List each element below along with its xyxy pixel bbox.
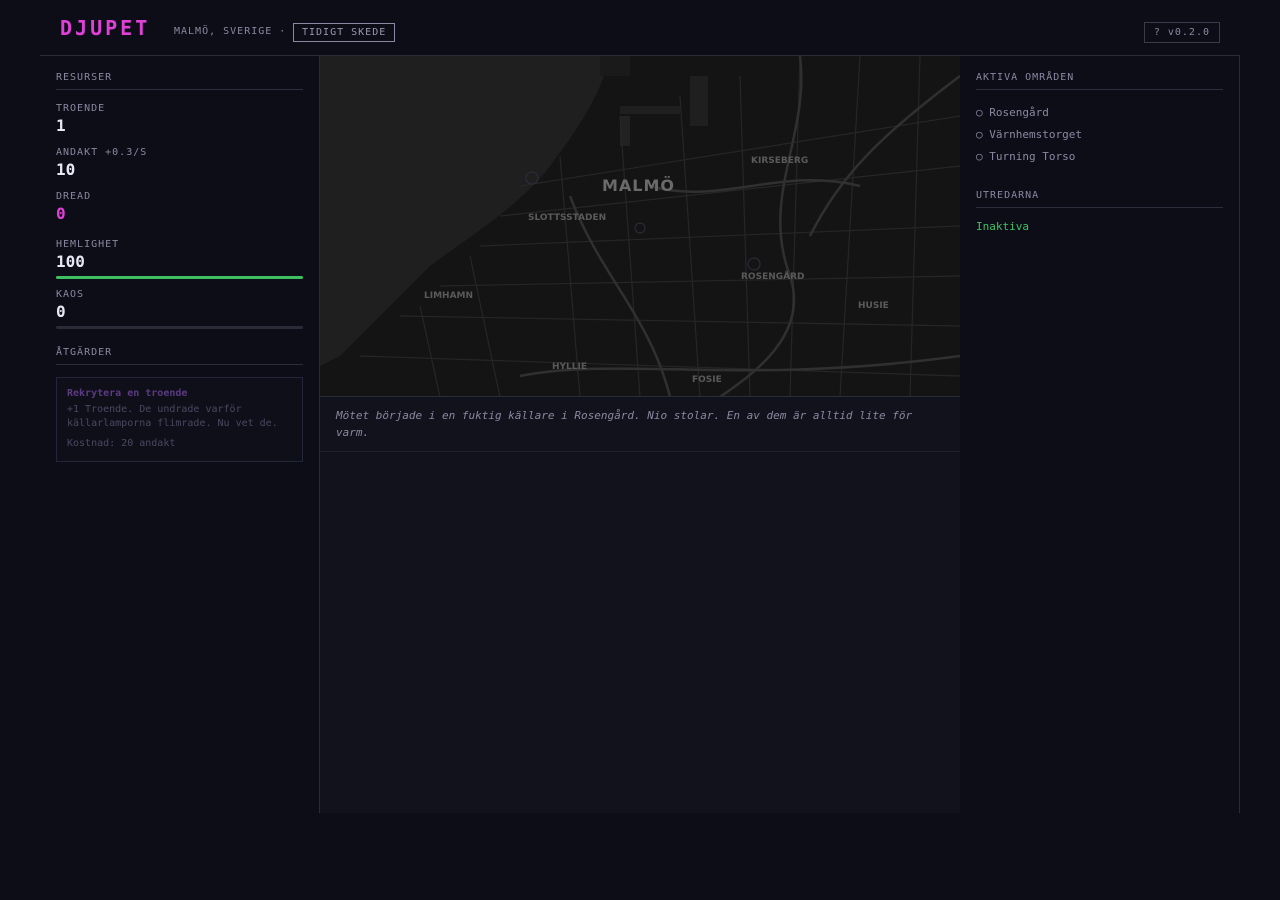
right-panel: AKTIVA OMRÅDEN ○ Rosengård ○ Värnhemstor… — [960, 56, 1240, 813]
resource-troende: TROENDE 1 — [56, 102, 303, 137]
area-item[interactable]: ○ Värnhemstorget — [976, 124, 1223, 146]
resource-label: ANDAKT +0.3/S — [56, 147, 148, 158]
log-entry: Mötet började i en fuktig källare i Rose… — [336, 409, 913, 439]
active-areas-list: ○ Rosengård ○ Värnhemstorget ○ Turning T… — [976, 102, 1223, 168]
action-name: Rekrytera en troende — [67, 388, 188, 399]
map-graphic — [320, 56, 960, 396]
map-label-fosie: FOSIE — [692, 375, 722, 385]
hemlighet-bar-fill — [56, 276, 303, 279]
event-log: Mötet började i en fuktig källare i Rose… — [320, 397, 960, 452]
map-label-malmo: MALMÖ — [602, 176, 676, 195]
help-version-button[interactable]: ? v0.2.0 — [1143, 22, 1220, 43]
resource-andakt: ANDAKT +0.3/S 10 — [56, 146, 303, 181]
resource-label: DREAD — [56, 191, 92, 202]
city-map[interactable]: MALMÖ KIRSEBERG SLOTTSSTADEN ROSENGÅRD L… — [320, 56, 960, 397]
resource-label: HEMLIGHET — [56, 239, 120, 250]
map-label-limhamn: LIMHAMN — [424, 291, 474, 301]
phase-badge: TIDIGT SKEDE — [293, 23, 396, 42]
resource-value: 0 — [56, 302, 66, 321]
map-label-husie: HUSIE — [858, 301, 889, 311]
left-panel: RESURSER TROENDE 1 ANDAKT +0.3/S 10 DREA… — [40, 56, 320, 813]
resource-value: 1 — [56, 116, 66, 135]
resource-dread: DREAD 0 — [56, 190, 303, 225]
action-cost: Kostnad: 20 andakt — [67, 438, 176, 449]
hemlighet-bar — [56, 276, 303, 279]
area-item[interactable]: ○ Turning Torso — [976, 146, 1223, 168]
investigators-title: UTREDARNA — [976, 190, 1223, 208]
map-label-slottsstaden: SLOTTSSTADEN — [528, 213, 607, 223]
map-label-rosengard: ROSENGÅRD — [741, 272, 805, 282]
resource-hemlighet: HEMLIGHET 100 — [56, 238, 303, 279]
area-item[interactable]: ○ Rosengård — [976, 102, 1223, 124]
resource-label: TROENDE — [56, 103, 106, 114]
investigators-status: Inaktiva — [976, 220, 1029, 233]
header: DJUPET MALMÖ, SVERIGE · TIDIGT SKEDE ? v… — [40, 0, 1240, 56]
center-panel: MALMÖ KIRSEBERG SLOTTSSTADEN ROSENGÅRD L… — [320, 56, 960, 813]
resource-label: KAOS — [56, 289, 85, 300]
resource-value: 0 — [56, 204, 66, 223]
action-description: +1 Troende. De undrade varför källarlamp… — [67, 404, 278, 429]
kaos-bar — [56, 326, 303, 329]
resource-kaos: KAOS 0 — [56, 288, 303, 329]
map-label-hyllie: HYLLIE — [552, 362, 588, 372]
location-label: MALMÖ, SVERIGE · — [174, 26, 287, 37]
resource-value: 10 — [56, 160, 76, 179]
resources-title: RESURSER — [56, 72, 303, 90]
actions-title: ÅTGÄRDER — [56, 347, 303, 365]
action-recruit-button[interactable]: Rekrytera en troende +1 Troende. De undr… — [56, 377, 303, 462]
resource-value: 100 — [56, 252, 85, 271]
map-label-kirseberg: KIRSEBERG — [751, 156, 809, 166]
active-areas-title: AKTIVA OMRÅDEN — [976, 72, 1223, 90]
app-title: DJUPET — [60, 16, 151, 40]
